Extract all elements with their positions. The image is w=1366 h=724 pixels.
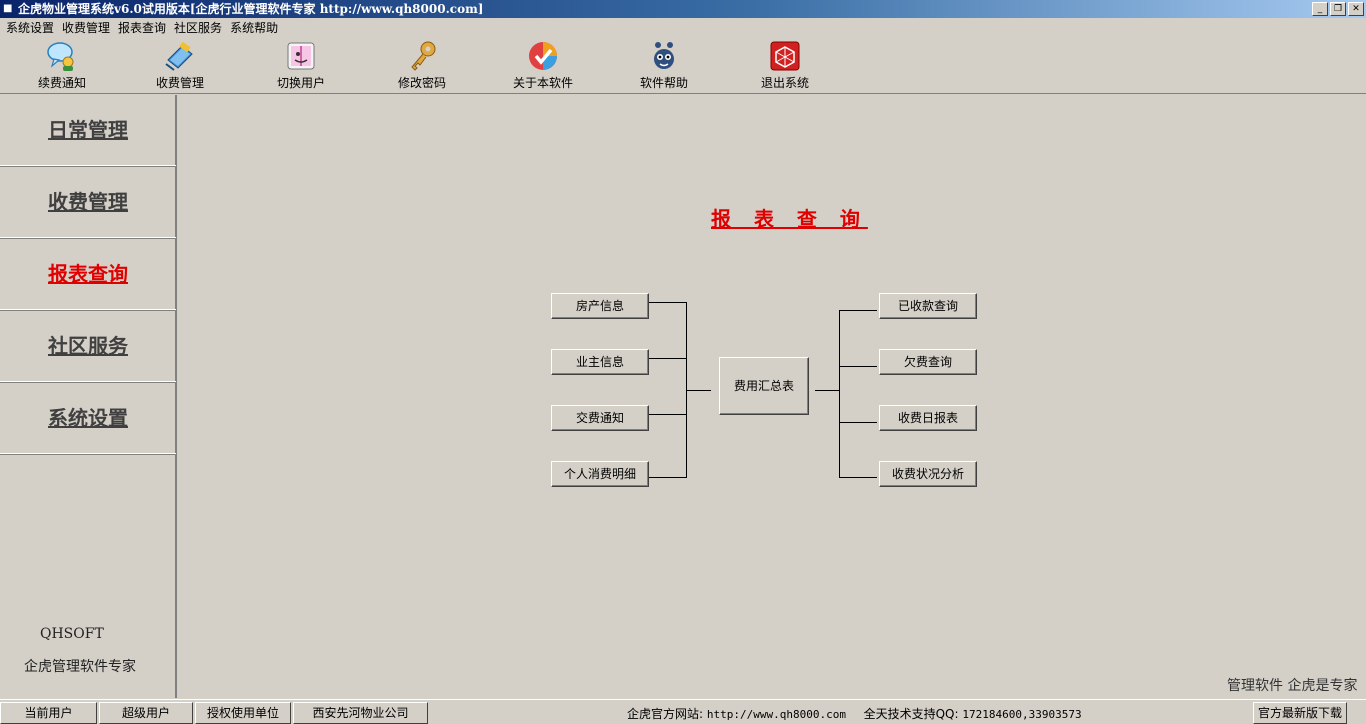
website-label: 企虎官方网站: (627, 707, 704, 721)
about-software-label: 关于本软件 (512, 76, 573, 90)
connector-line (649, 302, 687, 303)
connector-line (839, 310, 840, 478)
menu-bar: 系统设置 收费管理 报表查询 社区服务 系统帮助 (0, 18, 1366, 38)
key-icon (411, 41, 436, 71)
connector-line (649, 477, 687, 478)
connector-line (839, 310, 877, 311)
exit-system-button[interactable]: 退出系统 (740, 40, 830, 92)
status-bar: 当前用户 超级用户 授权使用单位 西安先河物业公司 企虎官方网站: http:/… (0, 699, 1366, 724)
connector-line (649, 414, 687, 415)
notification-icon (47, 42, 74, 71)
fee-management-button[interactable]: 收费管理 (135, 40, 225, 92)
sidebar-item-report-query[interactable]: 报表查询 (0, 239, 176, 311)
support-qq: 172184600,33903573 (962, 708, 1082, 721)
help-icon (654, 42, 674, 69)
toolbar: 续费通知 收费管理 切换用户 修改密码 关于本软件 软件帮助 退出系统 (0, 38, 1366, 94)
menu-system-settings[interactable]: 系统设置 (4, 18, 60, 38)
personal-consumption-button[interactable]: 个人消费明细 (551, 461, 649, 487)
brand-name: QHSOFT (40, 626, 104, 642)
software-help-label: 软件帮助 (639, 76, 688, 90)
window-controls: _ ❐ ✕ (1312, 2, 1364, 16)
switch-user-icon (287, 42, 315, 70)
exit-system-label: 退出系统 (760, 76, 809, 90)
fee-management-label: 收费管理 (155, 76, 204, 90)
renewal-notice-button[interactable]: 续费通知 (17, 40, 107, 92)
connector-line (686, 390, 711, 391)
slogan-text: 管理软件 企虎是专家 (1227, 678, 1358, 694)
company-name: 西安先河物业公司 (293, 702, 428, 724)
title-bar: ■ 企虎物业管理系统v6.0试用版本[企虎行业管理软件专家 http://www… (0, 0, 1366, 18)
payment-book-icon (165, 42, 193, 71)
fee-summary-button[interactable]: 费用汇总表 (719, 357, 809, 415)
close-button[interactable]: ✕ (1348, 2, 1364, 16)
menu-report-query[interactable]: 报表查询 (116, 18, 172, 38)
switch-user-label: 切换用户 (276, 76, 325, 90)
arrears-query-button[interactable]: 欠费查询 (879, 349, 977, 375)
change-password-label: 修改密码 (397, 76, 446, 90)
owner-info-button[interactable]: 业主信息 (551, 349, 649, 375)
received-payment-query-button[interactable]: 已收款查询 (879, 293, 977, 319)
sidebar-item-fee-management[interactable]: 收费管理 (0, 167, 176, 239)
sidebar-item-community-service[interactable]: 社区服务 (0, 311, 176, 383)
renewal-notice-label: 续费通知 (37, 76, 86, 90)
restore-button[interactable]: ❐ (1330, 2, 1346, 16)
connector-line (649, 358, 687, 359)
property-info-button[interactable]: 房产信息 (551, 293, 649, 319)
switch-user-button[interactable]: 切换用户 (256, 40, 346, 92)
software-help-button[interactable]: 软件帮助 (619, 40, 709, 92)
app-icon: ■ (3, 3, 13, 14)
change-password-button[interactable]: 修改密码 (377, 40, 467, 92)
connector-line (815, 390, 840, 391)
sidebar-item-system-settings[interactable]: 系统设置 (0, 383, 176, 455)
menu-community-service[interactable]: 社区服务 (172, 18, 228, 38)
download-latest-button[interactable]: 官方最新版下载 (1253, 702, 1347, 724)
sidebar: 日常管理 收费管理 报表查询 社区服务 系统设置 QHSOFT 企虎管理软件专家 (0, 95, 177, 698)
exit-icon (770, 41, 800, 71)
connector-line (839, 422, 877, 423)
current-user-label: 当前用户 (0, 702, 97, 724)
website-link[interactable]: http://www.qh8000.com (707, 708, 846, 721)
fee-status-analysis-button[interactable]: 收费状况分析 (879, 461, 977, 487)
menu-system-help[interactable]: 系统帮助 (228, 18, 284, 38)
user-role-value: 超级用户 (99, 702, 193, 724)
sidebar-item-daily-management[interactable]: 日常管理 (0, 95, 176, 167)
minimize-button[interactable]: _ (1312, 2, 1328, 16)
connector-line (839, 366, 877, 367)
page-title: 报 表 查 询 (711, 207, 868, 231)
main-panel: 报 表 查 询 房产信息 业主信息 交费通知 个人消费明细 费用汇总表 已收款查… (179, 95, 1366, 698)
brand-tagline: 企虎管理软件专家 (24, 659, 136, 675)
connector-line (839, 477, 877, 478)
daily-fee-report-button[interactable]: 收费日报表 (879, 405, 977, 431)
support-label: 全天技术支持QQ: (863, 707, 959, 721)
payment-notice-button[interactable]: 交费通知 (551, 405, 649, 431)
about-software-button[interactable]: 关于本软件 (498, 40, 588, 92)
website-text: 企虎官方网站: http://www.qh8000.com 全天技术支持QQ: … (627, 705, 1082, 722)
licensed-unit-label: 授权使用单位 (195, 702, 291, 724)
about-icon (529, 42, 557, 70)
window-title: 企虎物业管理系统v6.0试用版本[企虎行业管理软件专家 http://www.q… (18, 2, 484, 16)
menu-fee-management[interactable]: 收费管理 (60, 18, 116, 38)
